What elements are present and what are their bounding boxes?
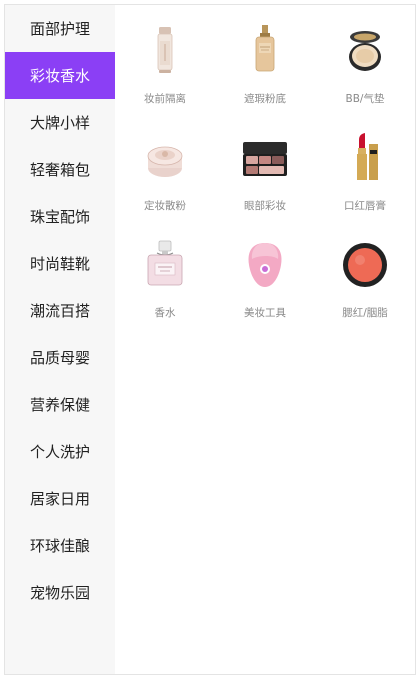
category-sidebar: 面部护理 彩妆香水 大牌小样 轻奢箱包 珠宝配饰 时尚鞋靴 潮流百搭 品质母婴 … xyxy=(5,5,115,674)
sidebar-item-household[interactable]: 居家日用 xyxy=(5,475,115,522)
subcategory-label: 眼部彩妆 xyxy=(244,200,286,212)
cleansing-device-icon xyxy=(235,235,295,295)
primer-tube-icon xyxy=(135,21,195,81)
subcategory-bb-cushion[interactable]: BB/气垫 xyxy=(315,21,415,128)
subcategory-label: 遮瑕粉底 xyxy=(244,93,286,105)
subcategory-beauty-tools[interactable]: 美妆工具 xyxy=(215,235,315,342)
subcategory-primer[interactable]: 妆前隔离 xyxy=(115,21,215,128)
sidebar-item-nutrition[interactable]: 营养保健 xyxy=(5,381,115,428)
foundation-bottle-icon xyxy=(235,21,295,81)
subcategory-grid: 妆前隔离 遮瑕粉底 BB/气垫 定妆散粉 眼部彩妆 口红唇膏 香水 美妆工具 腮… xyxy=(115,5,415,342)
sidebar-item-mother-baby[interactable]: 品质母婴 xyxy=(5,334,115,381)
sidebar-item-luxury-bags[interactable]: 轻奢箱包 xyxy=(5,146,115,193)
app-frame: 面部护理 彩妆香水 大牌小样 轻奢箱包 珠宝配饰 时尚鞋靴 潮流百搭 品质母婴 … xyxy=(4,4,416,675)
sidebar-item-shoes[interactable]: 时尚鞋靴 xyxy=(5,240,115,287)
subcategory-lipstick[interactable]: 口红唇膏 xyxy=(315,128,415,235)
perfume-bottle-icon xyxy=(135,235,195,295)
sidebar-item-makeup-perfume[interactable]: 彩妆香水 xyxy=(5,52,115,99)
subcategory-foundation[interactable]: 遮瑕粉底 xyxy=(215,21,315,128)
sidebar-item-trendy[interactable]: 潮流百搭 xyxy=(5,287,115,334)
sidebar-item-jewelry[interactable]: 珠宝配饰 xyxy=(5,193,115,240)
subcategory-panel: 妆前隔离 遮瑕粉底 BB/气垫 定妆散粉 眼部彩妆 口红唇膏 香水 美妆工具 腮… xyxy=(115,5,415,674)
sidebar-item-facial-care[interactable]: 面部护理 xyxy=(5,5,115,52)
cushion-compact-icon xyxy=(335,21,395,81)
subcategory-loose-powder[interactable]: 定妆散粉 xyxy=(115,128,215,235)
subcategory-label: 定妆散粉 xyxy=(144,200,186,212)
subcategory-label: 香水 xyxy=(154,307,176,319)
lipstick-icon xyxy=(335,128,395,188)
eyeshadow-palette-icon xyxy=(235,128,295,188)
sidebar-item-personal-care[interactable]: 个人洗护 xyxy=(5,428,115,475)
subcategory-label: 妆前隔离 xyxy=(144,93,186,105)
sidebar-item-pets[interactable]: 宠物乐园 xyxy=(5,569,115,616)
subcategory-label: 美妆工具 xyxy=(244,307,286,319)
sidebar-item-brand-samples[interactable]: 大牌小样 xyxy=(5,99,115,146)
subcategory-blush[interactable]: 腮红/胭脂 xyxy=(315,235,415,342)
loose-powder-jar-icon xyxy=(135,128,195,188)
subcategory-label: 口红唇膏 xyxy=(344,200,386,212)
blush-compact-icon xyxy=(335,235,395,295)
subcategory-label: BB/气垫 xyxy=(345,93,385,105)
subcategory-perfume[interactable]: 香水 xyxy=(115,235,215,342)
sidebar-item-wine[interactable]: 环球佳酿 xyxy=(5,522,115,569)
subcategory-label: 腮红/胭脂 xyxy=(342,307,388,319)
subcategory-eye-makeup[interactable]: 眼部彩妆 xyxy=(215,128,315,235)
